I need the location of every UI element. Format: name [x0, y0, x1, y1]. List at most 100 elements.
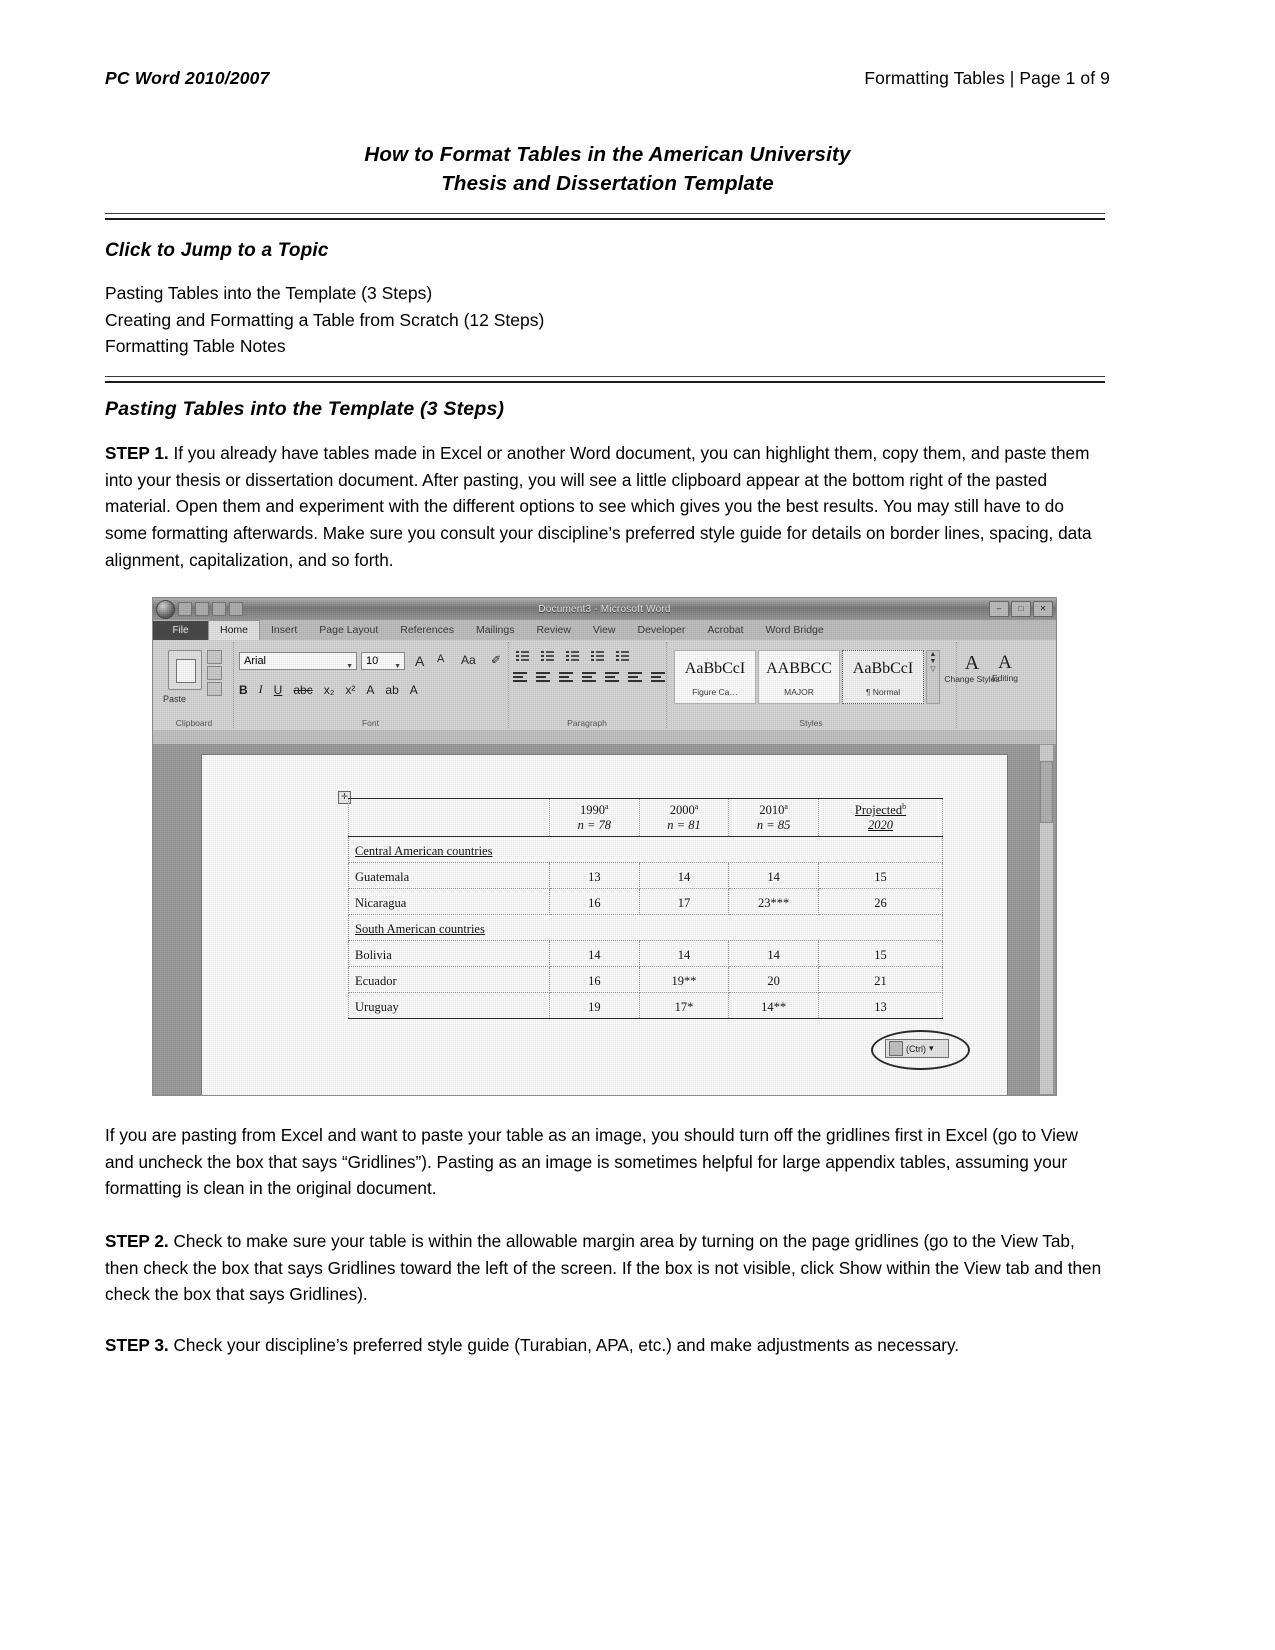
tab-word-bridge[interactable]: Word Bridge: [755, 621, 835, 640]
multilevel-list-icon[interactable]: [563, 650, 579, 663]
tab-review[interactable]: Review: [525, 621, 581, 640]
vertical-scrollbar[interactable]: [1039, 744, 1054, 1095]
header-projected: Projectedb: [825, 802, 936, 818]
table-row[interactable]: Bolivia 14 14 14 15: [348, 940, 944, 968]
ribbon-group-clipboard: Paste Clipboard: [155, 642, 234, 728]
font-size-chevron-down-icon[interactable]: ▼: [394, 658, 401, 675]
table-row[interactable]: Guatemala 13 14 14 15: [348, 862, 944, 890]
style-major[interactable]: AABBCC MAJOR: [758, 650, 840, 704]
tab-file[interactable]: File: [153, 621, 208, 640]
grow-font-icon[interactable]: A: [415, 653, 424, 669]
header-n-2000: n = 81: [667, 818, 701, 833]
borders-icon[interactable]: [651, 672, 667, 684]
table-row[interactable]: Nicaragua 16 17 23*** 26: [348, 888, 944, 916]
horizontal-ruler[interactable]: [153, 730, 1056, 745]
ribbon: Paste Clipboard Arial ▼ 10 ▼ A A Aa ✐ B I …: [153, 640, 1056, 731]
underline-icon[interactable]: U: [274, 683, 283, 697]
pasted-data-table[interactable]: 1990a n = 78 2000a n = 81 2010a n = 85 P…: [348, 797, 944, 1020]
header-2000-superscript: a: [694, 802, 699, 811]
italic-icon[interactable]: I: [259, 682, 263, 697]
font-size-input[interactable]: 10 ▼: [361, 652, 405, 670]
jump-link-creating-formatting[interactable]: Creating and Formatting a Table from Scr…: [105, 307, 544, 334]
styles-gallery-scroll[interactable]: ▲ ▼ ▽: [926, 650, 940, 704]
align-left-icon[interactable]: [513, 672, 529, 684]
tab-home[interactable]: Home: [208, 620, 261, 640]
superscript-icon[interactable]: x²: [345, 683, 355, 697]
change-case-icon[interactable]: Aa: [461, 653, 476, 667]
word-page[interactable]: ✛ 1990a n = 78 2000a n = 81 2010a n = 85…: [201, 754, 1008, 1095]
maximize-icon[interactable]: □: [1011, 601, 1031, 617]
editing-button[interactable]: A Editing: [972, 652, 1038, 683]
font-name-chevron-down-icon[interactable]: ▼: [346, 658, 353, 675]
paste-options-button[interactable]: (Ctrl) ▾: [885, 1039, 949, 1058]
subscript-icon[interactable]: x₂: [324, 683, 335, 697]
tab-acrobat[interactable]: Acrobat: [696, 621, 754, 640]
header-cell-projected: Projectedb 2020: [817, 797, 944, 838]
page-title-line-1: How to Format Tables in the American Uni…: [364, 143, 851, 166]
font-name-input[interactable]: Arial ▼: [239, 652, 357, 670]
style-sample-2: AaBbCcI: [852, 660, 914, 677]
step-2-text: Check to make sure your table is within …: [105, 1231, 1102, 1305]
style-figure-caption[interactable]: AaBbCcI Figure Ca…: [674, 650, 756, 704]
align-center-icon[interactable]: [536, 672, 552, 684]
jump-link-formatting-notes[interactable]: Formatting Table Notes: [105, 333, 544, 360]
close-icon[interactable]: ✕: [1033, 601, 1053, 617]
page-title: How to Format Tables in the American Uni…: [105, 140, 1110, 198]
cell-guatemala-1990: 13: [549, 862, 640, 890]
clear-formatting-icon[interactable]: ✐: [491, 653, 501, 667]
jump-link-pasting-tables[interactable]: Pasting Tables into the Template (3 Step…: [105, 280, 544, 307]
decrease-indent-icon[interactable]: [588, 650, 604, 663]
table-row[interactable]: South American countries: [348, 914, 943, 942]
cell-uruguay-2000: 17*: [638, 992, 730, 1020]
increase-indent-icon[interactable]: [613, 650, 629, 663]
shading-icon[interactable]: [628, 672, 644, 684]
window-controls[interactable]: – □ ✕: [989, 601, 1053, 617]
paste-icon[interactable]: [168, 650, 202, 690]
page-title-line-2: Thesis and Dissertation Template: [441, 172, 774, 196]
justify-icon[interactable]: [582, 672, 598, 684]
cell-bolivia-2010: 14: [728, 940, 819, 968]
text-effects-icon[interactable]: A: [366, 683, 374, 697]
copy-icon[interactable]: [207, 666, 222, 680]
bold-icon[interactable]: B: [239, 683, 248, 697]
paste-options-label: (Ctrl): [906, 1043, 926, 1054]
tab-mailings[interactable]: Mailings: [465, 621, 526, 640]
tab-insert[interactable]: Insert: [260, 621, 308, 640]
cut-icon[interactable]: [207, 650, 222, 664]
font-style-buttons[interactable]: B I U abc x₂ x² A ab A: [239, 682, 418, 697]
section-heading-pasting-tables: Pasting Tables into the Template (3 Step…: [105, 398, 505, 420]
style-normal[interactable]: AaBbCcI ¶ Normal: [842, 650, 924, 704]
ribbon-tab-strip[interactable]: File Home Insert Page Layout References …: [153, 620, 1056, 641]
scrollbar-thumb[interactable]: [1040, 761, 1053, 823]
alignment-buttons-row[interactable]: [513, 672, 667, 684]
table-row[interactable]: Ecuador 16 19** 20 21: [348, 966, 944, 994]
tab-view[interactable]: View: [582, 621, 627, 640]
tab-page-layout[interactable]: Page Layout: [308, 621, 389, 640]
numbered-list-icon[interactable]: [538, 650, 554, 663]
line-spacing-icon[interactable]: [605, 672, 621, 684]
font-color-icon[interactable]: A: [410, 683, 418, 697]
row-label-ecuador: Ecuador: [348, 966, 550, 994]
tab-references[interactable]: References: [389, 621, 465, 640]
paste-options-chevron-down-icon[interactable]: ▾: [929, 1043, 934, 1054]
text-highlight-icon[interactable]: ab: [385, 683, 398, 697]
word-window-title: Document3 - Microsoft Word: [538, 603, 671, 615]
table-header-row: 1990a n = 78 2000a n = 81 2010a n = 85 P…: [348, 797, 944, 838]
align-right-icon[interactable]: [559, 672, 575, 684]
style-name-2: ¶ Normal: [865, 687, 901, 697]
cell-nicaragua-projected: 26: [817, 888, 944, 916]
minimize-icon[interactable]: –: [989, 601, 1009, 617]
list-buttons-row[interactable]: [513, 650, 629, 663]
table-row[interactable]: Central American countries: [348, 836, 943, 864]
paste-button-label[interactable]: Paste: [163, 694, 186, 704]
cell-nicaragua-1990: 16: [549, 888, 640, 916]
shrink-font-icon[interactable]: A: [437, 653, 444, 665]
header-year-1990: 1990a: [556, 802, 633, 818]
cell-ecuador-2010: 20: [728, 966, 819, 994]
strikethrough-icon[interactable]: abc: [293, 683, 312, 697]
bulleted-list-icon[interactable]: [513, 650, 529, 663]
tab-developer[interactable]: Developer: [626, 621, 696, 640]
table-row[interactable]: Uruguay 19 17* 14** 13: [348, 992, 944, 1020]
step-1-label: STEP 1.: [105, 443, 169, 463]
format-painter-icon[interactable]: [207, 682, 222, 696]
